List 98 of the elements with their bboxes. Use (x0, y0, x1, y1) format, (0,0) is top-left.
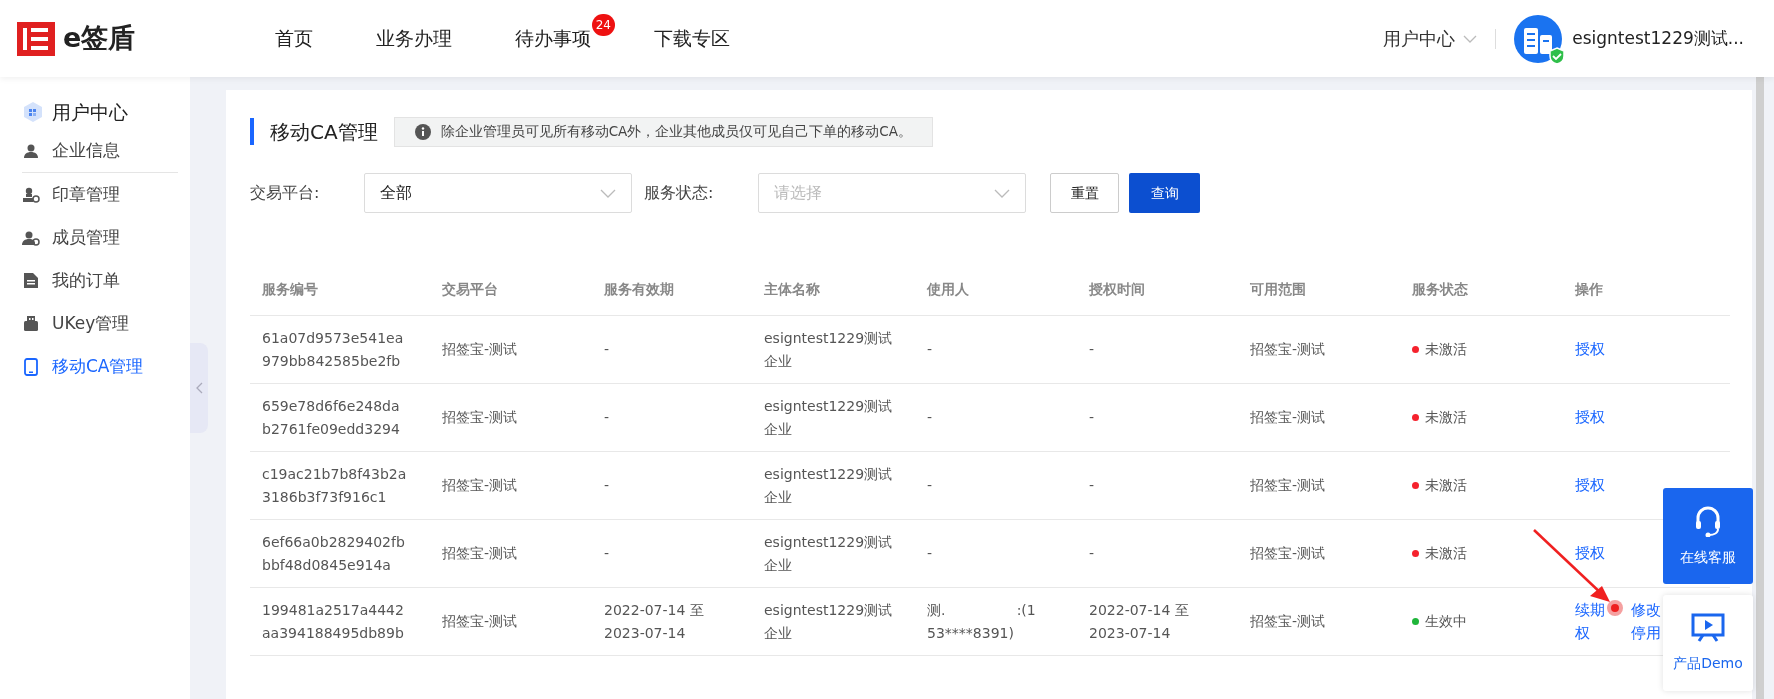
table-cell: esigntest1229测试 企业 (764, 397, 893, 437)
online-service-button[interactable]: 在线客服 (1663, 488, 1753, 584)
table-cell: - (1089, 477, 1095, 493)
query-button[interactable]: 查询 (1129, 173, 1200, 213)
person-icon (23, 142, 39, 159)
action-link[interactable]: 权 (1575, 621, 1605, 645)
table-cell: 199481a2517a4442 aa394188495db89b (262, 601, 404, 641)
table-cell: esigntest1229测试 企业 (764, 601, 893, 641)
collapse-handle[interactable] (190, 343, 208, 433)
table-cell: - (604, 545, 610, 561)
nav-link[interactable]: 首页 (275, 24, 313, 53)
chevron-down-icon (1463, 34, 1478, 43)
status-text: 未激活 (1425, 476, 1467, 495)
phone-icon (24, 357, 38, 376)
status-text: 未激活 (1425, 408, 1467, 427)
count-badge: 24 (591, 14, 615, 37)
notice-text: 除企业管理员可见所有移动CA外，企业其他成员仅可见自己下单的移动CA。 (440, 122, 912, 142)
table-cell: - (1089, 409, 1095, 425)
stamp-icon (22, 186, 40, 203)
column-header: 授权时间 (1089, 281, 1145, 297)
table-cell: 2022-07-14 至 2023-07-14 (1089, 601, 1189, 641)
action-link[interactable]: 续期 (1575, 598, 1605, 622)
action-link[interactable]: 授权 (1575, 542, 1605, 565)
table-cell: - (927, 341, 933, 357)
status-text: 生效中 (1425, 612, 1467, 631)
action-link[interactable]: 修改 (1631, 598, 1661, 622)
product-demo-button[interactable]: 产品Demo (1663, 595, 1753, 691)
status-text: 未激活 (1425, 340, 1467, 359)
table-cell: 招签宝-测试 (1250, 613, 1326, 629)
sidebar-item[interactable]: UKey管理 (22, 302, 190, 345)
action-link[interactable]: 停用 (1631, 621, 1661, 645)
table-cell: 6ef66a0b2829402fb bbf48d0845e914a (262, 533, 405, 573)
sidebar-item[interactable]: 移动CA管理 (22, 345, 190, 388)
column-header: 主体名称 (764, 281, 820, 297)
table-cell: 2022-07-14 至 2023-07-14 (604, 601, 704, 641)
table-cell: 招签宝-测试 (442, 341, 518, 357)
logo-text: e签盾 (63, 21, 136, 56)
table-cell: esigntest1229测试 企业 (764, 533, 893, 573)
account-name[interactable]: esigntest1229测试... (1572, 25, 1774, 52)
table-cell: - (927, 545, 933, 561)
select-field[interactable]: 全部 (364, 173, 632, 213)
table-cell: 招签宝-测试 (1250, 545, 1326, 561)
filter-label: 交易平台: (250, 182, 321, 204)
column-header: 服务状态 (1412, 281, 1468, 297)
table-cell: 招签宝-测试 (1250, 409, 1326, 425)
table-cell: esigntest1229测试 企业 (764, 465, 893, 505)
company-avatar-icon (1514, 14, 1563, 63)
nav-link[interactable]: 下载专区 (654, 24, 730, 53)
table-cell: 招签宝-测试 (442, 613, 518, 629)
sidebar-item[interactable]: 印章管理 (22, 173, 190, 216)
chevron-down-icon (994, 188, 1010, 198)
table-cell: 659e78d6f6e248da b2761fe09edd3294 (262, 397, 400, 437)
action-link[interactable]: 授权 (1575, 474, 1605, 497)
chevron-down-icon (600, 188, 616, 198)
table-cell: - (604, 409, 610, 425)
table-cell: - (927, 409, 933, 425)
chevron-left-icon (195, 382, 203, 394)
status-text: 未激活 (1425, 544, 1467, 563)
table-cell: 招签宝-测试 (1250, 477, 1326, 493)
table-cell: 61a07d9573e541ea 979bb842585be2fb (262, 329, 404, 369)
nav-link[interactable]: 业务办理 (376, 24, 452, 53)
action-link[interactable]: 授权 (1575, 406, 1605, 429)
column-header: 操作 (1575, 281, 1603, 297)
sidebar-item[interactable]: 成员管理 (22, 216, 190, 259)
table-cell: - (604, 477, 610, 493)
table-cell: esigntest1229测试 企业 (764, 329, 893, 369)
page-title: 移动CA管理 (270, 118, 378, 146)
table-cell: 招签宝-测试 (442, 477, 518, 493)
reset-button[interactable]: 重置 (1050, 173, 1119, 213)
column-header: 服务有效期 (604, 281, 674, 297)
info-icon (414, 123, 431, 140)
document-icon (23, 272, 39, 289)
hexagon-icon (22, 101, 44, 123)
table-cell: 招签宝-测试 (442, 545, 518, 561)
user-center-menu[interactable]: 用户中心 (1383, 25, 1478, 52)
column-header: 交易平台 (442, 281, 498, 297)
sidebar-item[interactable]: 企业信息 (22, 129, 178, 172)
headset-icon (1694, 504, 1722, 537)
table-cell: c19ac21b7b8f43b2a 3186b3f73f916c1 (262, 465, 407, 505)
table-cell: - (1089, 341, 1095, 357)
table-cell: 招签宝-测试 (442, 409, 518, 425)
column-header: 使用人 (927, 281, 969, 297)
table-cell: 测. :(1 53****8391) (927, 601, 1036, 641)
logo-icon (17, 21, 55, 56)
table-cell: - (1089, 545, 1095, 561)
filter-label: 服务状态: (644, 182, 715, 204)
sidebar-item[interactable]: 我的订单 (22, 259, 190, 302)
video-screen-icon (1691, 612, 1725, 643)
member-icon (22, 229, 40, 246)
column-header: 可用范围 (1250, 281, 1306, 297)
action-link[interactable]: 授权 (1575, 338, 1605, 361)
table-cell: - (604, 341, 610, 357)
column-header: 服务编号 (262, 281, 318, 297)
scrollbar[interactable] (1756, 77, 1764, 699)
usb-key-icon (23, 315, 39, 332)
sidebar-title: 用户中心 (52, 99, 128, 125)
table-cell: 招签宝-测试 (1250, 341, 1326, 357)
table-cell: - (927, 477, 933, 493)
